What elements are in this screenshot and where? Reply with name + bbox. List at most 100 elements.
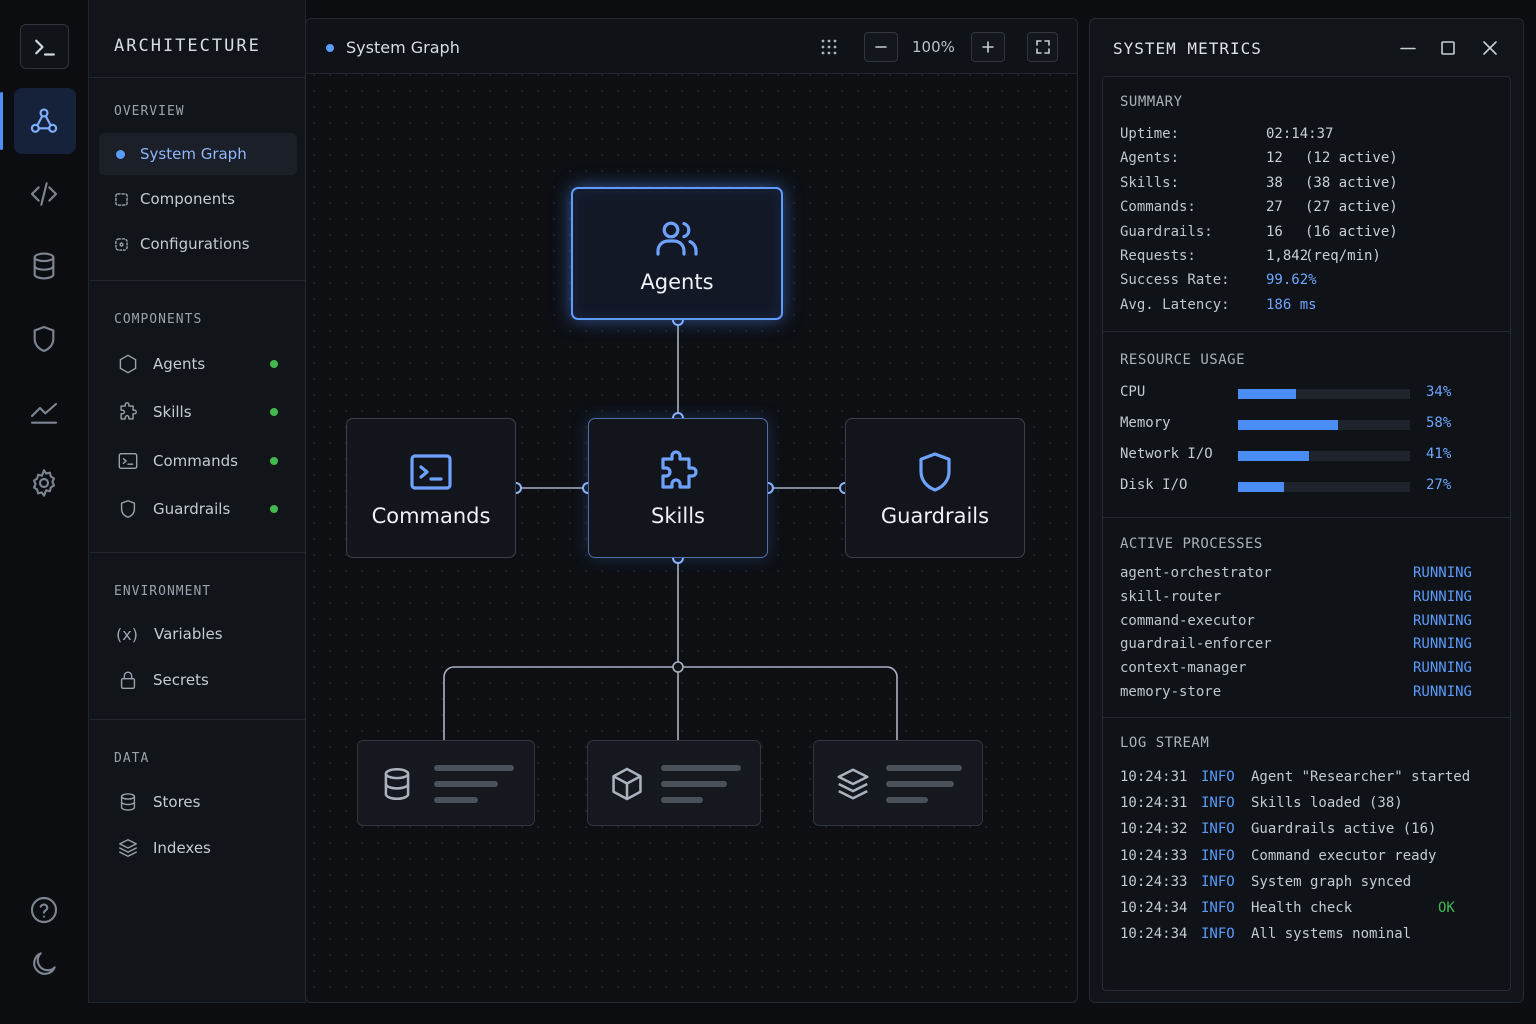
sidebar-item-commands[interactable]: Commands bbox=[99, 440, 297, 482]
log-time: 10:24:31 bbox=[1120, 769, 1188, 785]
resource-percent: 34% bbox=[1426, 384, 1452, 400]
summary-key: Success Rate: bbox=[1120, 272, 1230, 289]
process-status: RUNNING bbox=[1412, 565, 1472, 581]
sidebar-item-components[interactable]: Components bbox=[99, 178, 297, 220]
divider bbox=[89, 552, 305, 553]
sidebar-item-skills[interactable]: Skills bbox=[99, 391, 297, 433]
process-name: agent-orchestrator bbox=[1120, 565, 1272, 581]
progress-track bbox=[1238, 389, 1410, 399]
layers-icon bbox=[837, 768, 869, 800]
node-skills[interactable]: Skills bbox=[588, 418, 768, 558]
node-commands[interactable]: Commands bbox=[346, 418, 516, 558]
progress-track bbox=[1238, 451, 1410, 461]
summary-extra: (16 active) bbox=[1305, 223, 1398, 240]
process-status: RUNNING bbox=[1412, 612, 1472, 629]
hub-junction bbox=[672, 661, 684, 673]
moon-icon[interactable] bbox=[0, 934, 88, 994]
process-name: command-executor bbox=[1120, 612, 1255, 629]
maximize-icon bbox=[1441, 41, 1455, 55]
sidebar-item-agents[interactable]: Agents bbox=[99, 343, 297, 385]
summary-row: Skills: 38 (38 active) bbox=[1120, 175, 1398, 191]
metrics-content: SUMMARY Uptime: 02:14:37 Agents: 12 (12 acti… bbox=[1102, 76, 1511, 991]
zoom-level: 100% bbox=[912, 38, 955, 56]
architecture-graph-icon[interactable] bbox=[0, 91, 88, 151]
process-row[interactable]: guardrail-enforcer RUNNING bbox=[1120, 636, 1472, 652]
log-time: 10:24:33 bbox=[1120, 847, 1188, 864]
shield-icon bbox=[919, 452, 951, 492]
grid-icon[interactable] bbox=[819, 37, 839, 57]
placeholder-line bbox=[434, 797, 478, 803]
summary-value: 99.62% bbox=[1266, 272, 1317, 289]
terminal-icon[interactable] bbox=[20, 24, 69, 69]
minimize-button[interactable] bbox=[1399, 39, 1417, 57]
divider bbox=[1103, 717, 1510, 718]
gear-icon[interactable] bbox=[0, 453, 88, 513]
hexagon-icon bbox=[117, 353, 139, 375]
sidebar-item-secrets[interactable]: Secrets bbox=[99, 659, 297, 701]
placeholder-line bbox=[886, 797, 928, 803]
resource-label: Disk I/O bbox=[1120, 477, 1188, 493]
sidebar-item-stores[interactable]: Stores bbox=[99, 781, 297, 823]
sidebar-item-variables[interactable]: (x) Variables bbox=[99, 613, 297, 655]
summary-extra: (38 active) bbox=[1305, 174, 1398, 191]
placeholder-line bbox=[661, 797, 703, 803]
section-data: DATA bbox=[114, 751, 150, 766]
database-icon[interactable] bbox=[0, 236, 88, 296]
summary-key: Skills: bbox=[1120, 174, 1180, 191]
summary-row: Uptime: 02:14:37 bbox=[1120, 126, 1333, 142]
section-components: COMPONENTS bbox=[114, 312, 203, 327]
system-graph-panel: System Graph 100% Agents Commands Skills… bbox=[305, 18, 1078, 1003]
analytics-icon[interactable] bbox=[0, 382, 88, 442]
sidebar-item-system-graph[interactable]: System Graph bbox=[99, 133, 297, 175]
resource-percent: 27% bbox=[1426, 477, 1452, 493]
puzzle-icon bbox=[661, 450, 698, 489]
process-row[interactable]: agent-orchestrator RUNNING bbox=[1120, 565, 1472, 581]
summary-value: 186 ms bbox=[1266, 296, 1317, 313]
minus-icon bbox=[875, 46, 887, 48]
close-button[interactable] bbox=[1481, 39, 1499, 57]
leaf-node-index[interactable] bbox=[813, 740, 983, 826]
summary-extra: (27 active) bbox=[1305, 199, 1398, 216]
sidebar-item-configurations[interactable]: Configurations bbox=[99, 223, 297, 265]
maximize-button[interactable] bbox=[1439, 39, 1457, 57]
log-time: 10:24:33 bbox=[1120, 873, 1188, 890]
summary-value: 02:14:37 bbox=[1266, 126, 1334, 142]
process-name: context-manager bbox=[1120, 660, 1247, 677]
sidebar-item-label: System Graph bbox=[140, 145, 247, 163]
resource-label: Memory bbox=[1120, 415, 1171, 431]
edge-hub-leaves bbox=[443, 666, 898, 741]
process-row[interactable]: memory-store RUNNING bbox=[1120, 684, 1472, 700]
summary-extra: (req/min) bbox=[1305, 248, 1381, 264]
shield-icon[interactable] bbox=[0, 309, 88, 369]
process-row[interactable]: skill-router RUNNING bbox=[1120, 589, 1472, 605]
summary-row: Avg. Latency: 186 ms bbox=[1120, 297, 1317, 313]
fullscreen-button[interactable] bbox=[1027, 32, 1058, 62]
log-message: All systems nominal bbox=[1251, 926, 1412, 943]
sidebar-item-label: Agents bbox=[153, 355, 206, 373]
log-time: 10:24:34 bbox=[1120, 926, 1188, 943]
help-icon[interactable] bbox=[0, 880, 88, 940]
node-agents[interactable]: Agents bbox=[571, 187, 783, 320]
sidebar: ARCHITECTURE OVERVIEW System Graph Compo… bbox=[88, 0, 306, 1003]
progress-fill bbox=[1238, 451, 1309, 461]
code-icon[interactable] bbox=[0, 164, 88, 224]
zoom-in-button[interactable] bbox=[971, 32, 1005, 62]
summary-row: Success Rate: 99.62% bbox=[1120, 272, 1317, 288]
progress-track bbox=[1238, 482, 1410, 492]
cube-icon bbox=[612, 767, 642, 801]
process-row[interactable]: context-manager RUNNING bbox=[1120, 660, 1472, 676]
dashed-gear-icon bbox=[115, 233, 128, 255]
sidebar-item-guardrails[interactable]: Guardrails bbox=[99, 488, 297, 530]
log-message: Health check bbox=[1251, 900, 1353, 916]
process-row[interactable]: command-executor RUNNING bbox=[1120, 613, 1472, 629]
process-status: RUNNING bbox=[1412, 660, 1472, 677]
log-message: Command executor ready bbox=[1251, 847, 1437, 864]
leaf-node-store[interactable] bbox=[357, 740, 535, 826]
sidebar-item-indexes[interactable]: Indexes bbox=[99, 827, 297, 869]
database-icon bbox=[384, 768, 410, 800]
sidebar-item-label: Skills bbox=[153, 403, 192, 421]
leaf-node-object[interactable] bbox=[587, 740, 761, 826]
zoom-out-button[interactable] bbox=[864, 32, 898, 62]
log-time: 10:24:31 bbox=[1120, 795, 1188, 812]
node-guardrails[interactable]: Guardrails bbox=[845, 418, 1025, 558]
